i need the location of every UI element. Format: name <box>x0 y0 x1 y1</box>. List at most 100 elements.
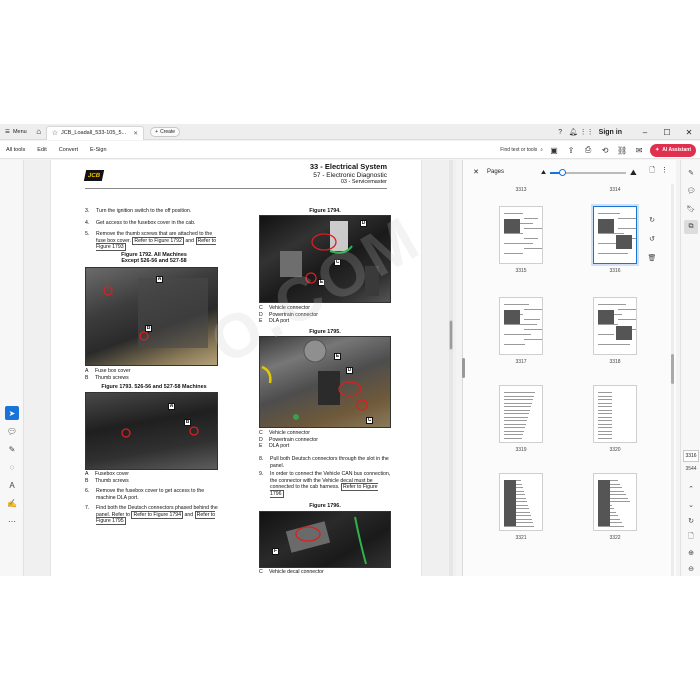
insert-page-icon[interactable]: 🗋 <box>649 166 655 177</box>
page-thumbnail[interactable] <box>593 297 637 355</box>
close-window-icon[interactable]: ✕ <box>678 128 700 137</box>
figure-link[interactable]: Refer to Figure 1794 <box>131 510 184 519</box>
thumbnail-text-line <box>504 334 531 335</box>
page-thumbnail[interactable] <box>499 385 543 443</box>
page-thumbnail[interactable] <box>593 206 637 264</box>
menu-button[interactable]: ☰ Menu <box>0 124 32 139</box>
page-up-icon[interactable]: ⌃ <box>684 482 698 496</box>
create-button[interactable]: + Create <box>150 126 181 137</box>
stamp-icon[interactable]: ✍ <box>5 496 19 510</box>
page-thumbnail[interactable] <box>499 206 543 264</box>
refresh-icon[interactable]: ↻ <box>684 514 698 528</box>
lasso-icon[interactable]: ◌ <box>5 460 19 474</box>
email-icon[interactable]: ✉ <box>633 146 645 155</box>
current-page-input[interactable]: 3316 <box>683 450 699 462</box>
bookmarks-icon[interactable]: 🔖︎ <box>684 202 698 216</box>
more-tools-icon[interactable]: ⋯ <box>5 514 19 528</box>
link-icon[interactable]: ⛓ <box>616 146 628 155</box>
figure-1796-legend: C Vehicle decal connector <box>259 569 324 576</box>
pages-panel-icon[interactable]: ⧉ <box>684 220 698 234</box>
save-icon[interactable]: ▣ <box>548 146 560 155</box>
page-thumbnail-label: 3320 <box>609 447 621 453</box>
step-text: Pull both Deutsch connectors through the… <box>270 456 389 469</box>
thumbnail-text-line <box>598 413 612 414</box>
apps-grid-icon[interactable]: ⋮⋮ <box>580 128 594 136</box>
upload-cloud-icon[interactable]: ⇪ <box>565 146 577 155</box>
find-label: Find text or tools <box>500 147 538 153</box>
thumbnail-text-line <box>504 430 524 432</box>
page-header: 33 - Electrical System 57 - Electronic D… <box>310 162 387 185</box>
step-text: Remove the thumb screws that are attache… <box>96 231 223 251</box>
notifications-icon[interactable]: 🔔︎ <box>567 128 580 136</box>
toolbar-esign[interactable]: E-Sign <box>84 147 113 153</box>
step-9: 9. In order to connect the Vehicle CAN b… <box>259 471 391 498</box>
step-6: 6. Remove the fusebox cover to get acces… <box>85 488 223 501</box>
document-scrollbar[interactable] <box>449 160 453 576</box>
document-tab[interactable]: ☆ JCB_Loadall_533-105_5... ✕ <box>45 125 145 140</box>
zoom-in-icon[interactable]: ⊕ <box>684 546 698 560</box>
scrollbar-thumb[interactable] <box>671 354 674 384</box>
pages-scrollbar[interactable] <box>671 184 674 576</box>
scrollbar-thumb[interactable] <box>449 320 453 350</box>
step-text: In order to connect the Vehicle CAN bus … <box>270 471 391 498</box>
toolbar-all-tools[interactable]: All tools <box>0 147 31 153</box>
toolbar-convert[interactable]: Convert <box>53 147 84 153</box>
zoom-out-icon[interactable]: ⊖ <box>684 562 698 576</box>
document-viewer[interactable]: JCB 33 - Electrical System 57 - Electron… <box>24 160 456 576</box>
figure-1794-photo: D C E <box>259 215 391 303</box>
star-icon[interactable]: ☆ <box>52 129 58 137</box>
page-thumbnail-label: 3316 <box>609 268 621 274</box>
thumbnail-text-line <box>504 233 523 234</box>
slider-knob[interactable] <box>559 169 567 176</box>
delete-page-icon[interactable]: 🗑︎ <box>645 251 659 265</box>
acrobat-window: ☰ Menu ⌂ ☆ JCB_Loadall_533-105_5... ✕ + … <box>0 124 700 576</box>
thumbnail-actions: ↻ ↺ 🗑︎ <box>645 213 659 270</box>
select-cursor-icon[interactable]: ➤ <box>5 406 19 420</box>
page-thumbnail[interactable] <box>593 385 637 443</box>
zoom-in-mountain-icon[interactable]: ⛰ <box>630 168 637 178</box>
thumbnail-size-slider[interactable] <box>550 169 627 176</box>
comment-icon[interactable]: 💬︎ <box>5 424 19 438</box>
step-8: 8. Pull both Deutsch connectors through … <box>259 456 391 469</box>
rotate-right-icon[interactable]: ↻ <box>645 213 659 227</box>
share-icon[interactable]: ⟲ <box>599 146 611 155</box>
maximize-icon[interactable]: ☐ <box>656 128 678 137</box>
thumbnail-text-line <box>524 248 542 249</box>
callout: F <box>272 548 279 555</box>
page-down-icon[interactable]: ⌄ <box>684 498 698 512</box>
figure-link[interactable]: Refer to Figure 1792 <box>132 236 184 245</box>
rotate-left-icon[interactable]: ↺ <box>645 232 659 246</box>
ai-assistant-button[interactable]: ✦ AI Assistant <box>650 143 696 157</box>
total-pages: 3544 <box>685 466 697 472</box>
thumbnail-text-line <box>598 434 612 435</box>
sign-in-button[interactable]: Sign in <box>599 129 622 136</box>
toolbar-edit[interactable]: Edit <box>31 147 52 153</box>
page-thumbnail-label: 3313 <box>515 187 527 193</box>
figure-1792-title: Figure 1792. All Machines Except 526-56 … <box>85 252 223 265</box>
thumbnail-text-line <box>504 416 528 418</box>
page-thumbnail[interactable] <box>593 473 637 531</box>
page-thumbnail[interactable] <box>499 473 543 531</box>
thumbnail-text-line <box>598 213 620 214</box>
home-icon[interactable]: ⌂ <box>32 127 46 136</box>
comments-panel-icon[interactable]: 💬︎ <box>684 184 698 198</box>
page-fit-icon[interactable]: 🗋 <box>684 530 698 544</box>
draw-pen-icon[interactable]: ✎ <box>5 442 19 456</box>
help-icon[interactable]: ? <box>554 129 567 136</box>
edit-pdf-icon[interactable]: ✎ <box>684 166 698 180</box>
print-icon[interactable]: ⎙ <box>582 145 594 155</box>
minimize-icon[interactable]: – <box>634 128 656 137</box>
plus-icon: + <box>155 128 159 135</box>
close-panel-icon[interactable]: ✕ <box>469 168 483 176</box>
zoom-out-mountain-icon[interactable]: ⛰ <box>541 170 546 177</box>
page-thumbnail[interactable] <box>499 297 543 355</box>
text-box-icon[interactable]: A <box>5 478 19 492</box>
thumbnail-text-line <box>504 423 526 425</box>
panel-splitter-handle[interactable] <box>462 358 465 378</box>
find-text-or-tools[interactable]: Find text or tools ⌕ <box>500 147 543 153</box>
callout: E <box>318 279 325 286</box>
legend-key: C <box>259 569 263 575</box>
more-options-icon[interactable]: ⋮ <box>661 166 668 177</box>
thumbnail-text-line <box>598 395 612 397</box>
close-tab-icon[interactable]: ✕ <box>133 130 138 137</box>
